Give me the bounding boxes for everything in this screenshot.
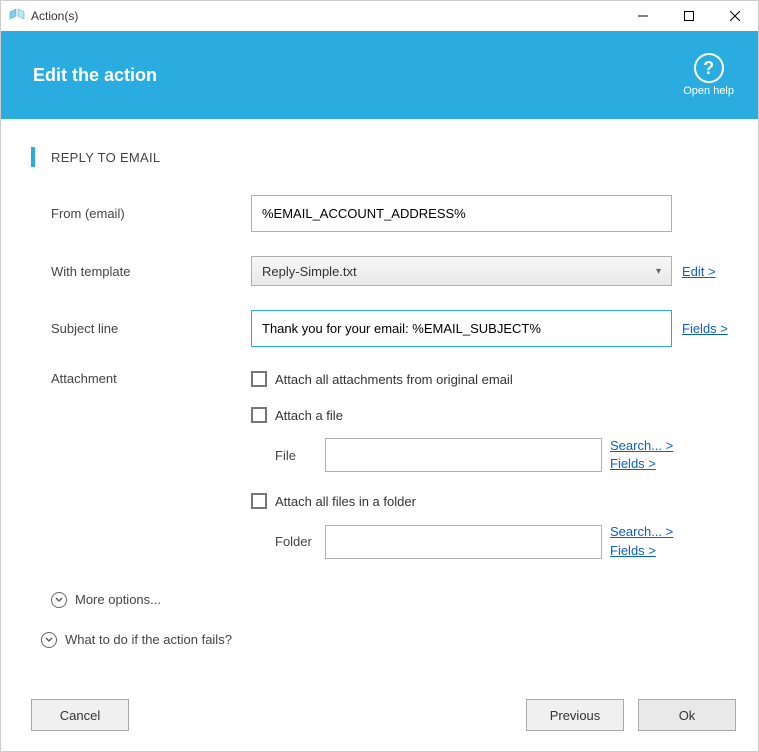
attach-file-checkbox[interactable] (251, 407, 267, 423)
subject-label: Subject line (51, 321, 251, 336)
content-area: REPLY TO EMAIL From (email) With templat… (1, 119, 758, 679)
section-accent-bar (31, 147, 35, 167)
attach-folder-row: Attach all files in a folder (251, 493, 672, 509)
dialog-window: Action(s) Edit the action ? Open help RE… (0, 0, 759, 752)
titlebar: Action(s) (1, 1, 758, 31)
template-label: With template (51, 264, 251, 279)
help-label: Open help (683, 85, 734, 97)
ok-button[interactable]: Ok (638, 699, 736, 731)
cancel-button[interactable]: Cancel (31, 699, 129, 731)
attach-folder-checkbox[interactable] (251, 493, 267, 509)
folder-sublabel: Folder (275, 534, 325, 549)
header-band: Edit the action ? Open help (1, 31, 758, 119)
on-fail-expander[interactable]: What to do if the action fails? (31, 632, 742, 648)
subject-fields-link[interactable]: Fields > (682, 321, 728, 336)
attach-file-label: Attach a file (275, 408, 343, 423)
folder-fields-link[interactable]: Fields > (610, 542, 672, 560)
folder-input[interactable] (325, 525, 602, 559)
header-title: Edit the action (33, 65, 683, 86)
row-attachment: Attachment Attach all attachments from o… (31, 371, 742, 568)
footer: Cancel Previous Ok (1, 679, 758, 751)
row-template: With template Reply-Simple.txt ▾ Edit > (31, 256, 742, 286)
close-button[interactable] (712, 1, 758, 31)
from-input[interactable] (251, 195, 672, 232)
help-icon: ? (694, 53, 724, 83)
attachment-label: Attachment (51, 371, 251, 386)
file-sublabel: File (275, 448, 325, 463)
chevron-down-icon: ▾ (656, 266, 661, 277)
subject-input[interactable] (251, 310, 672, 347)
previous-button[interactable]: Previous (526, 699, 624, 731)
folder-search-link[interactable]: Search... > (610, 523, 672, 541)
row-subject: Subject line Fields > (31, 310, 742, 347)
file-input-row: File Search... > Fields > (275, 437, 672, 473)
file-fields-link[interactable]: Fields > (610, 455, 672, 473)
app-icon (9, 8, 25, 24)
more-options-expander[interactable]: More options... (31, 592, 742, 608)
maximize-button[interactable] (666, 1, 712, 31)
section-title: REPLY TO EMAIL (51, 150, 160, 165)
row-from: From (email) (31, 195, 742, 232)
window-controls (620, 1, 758, 31)
window-title: Action(s) (31, 9, 620, 23)
from-label: From (email) (51, 206, 251, 221)
folder-input-row: Folder Search... > Fields > (275, 523, 672, 559)
template-selected-value: Reply-Simple.txt (262, 264, 357, 279)
more-options-label: More options... (75, 592, 161, 607)
file-search-link[interactable]: Search... > (610, 437, 672, 455)
minimize-button[interactable] (620, 1, 666, 31)
attach-folder-label: Attach all files in a folder (275, 494, 416, 509)
attach-original-row: Attach all attachments from original ema… (251, 371, 672, 387)
chevron-down-icon (41, 632, 57, 648)
open-help-button[interactable]: ? Open help (683, 53, 734, 97)
template-select[interactable]: Reply-Simple.txt ▾ (251, 256, 672, 286)
on-fail-label: What to do if the action fails? (65, 632, 232, 647)
edit-template-link[interactable]: Edit > (682, 264, 716, 279)
file-input[interactable] (325, 438, 602, 472)
section-heading: REPLY TO EMAIL (31, 147, 742, 167)
attach-file-row: Attach a file (251, 407, 672, 423)
attach-original-label: Attach all attachments from original ema… (275, 372, 513, 387)
chevron-down-icon (51, 592, 67, 608)
attach-original-checkbox[interactable] (251, 371, 267, 387)
